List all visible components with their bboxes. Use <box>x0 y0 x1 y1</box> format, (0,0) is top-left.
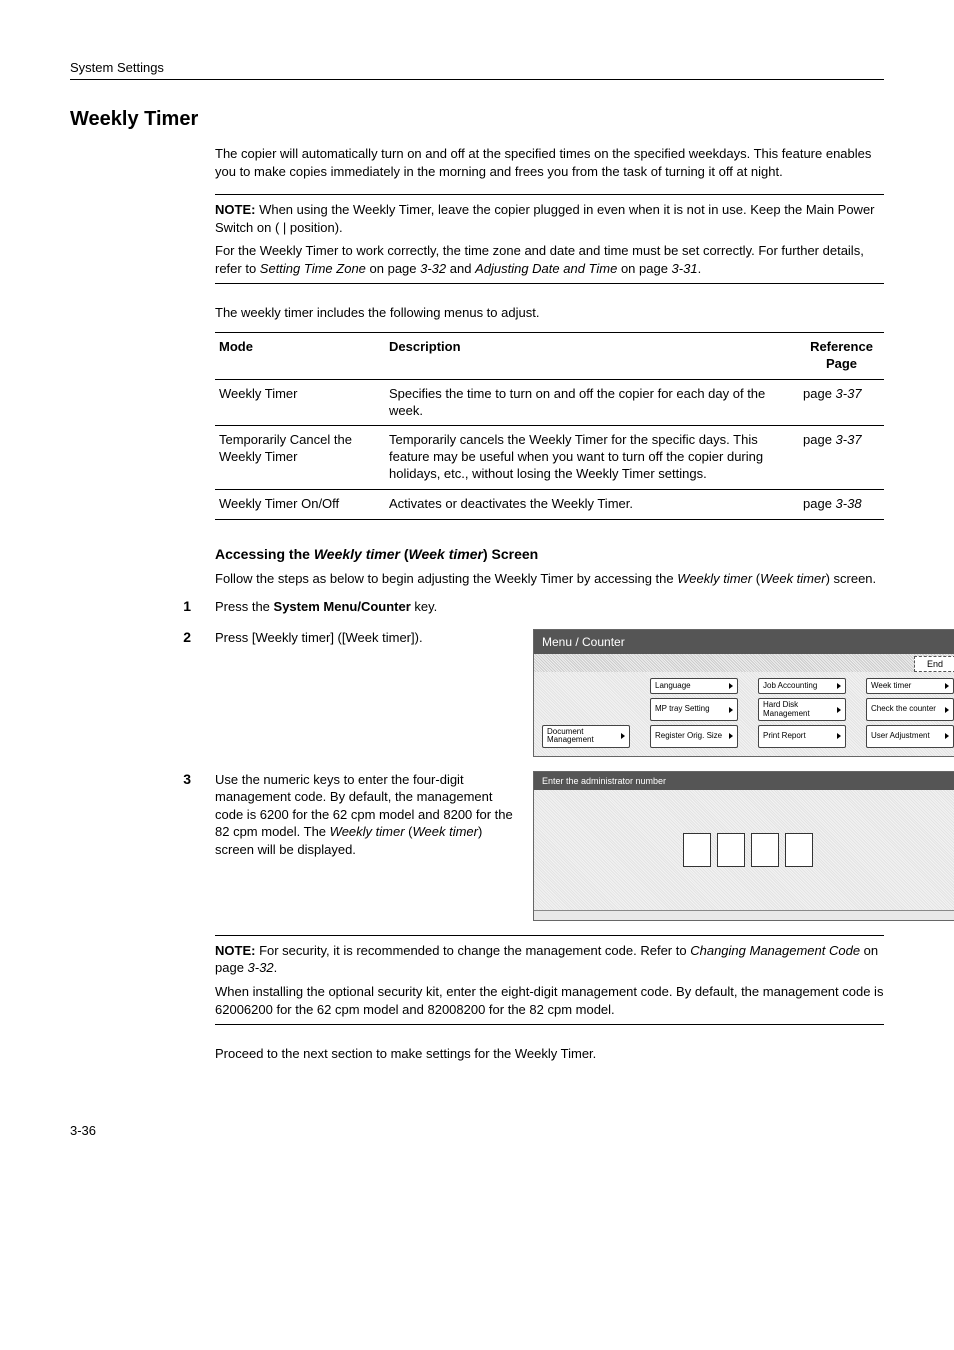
chevron-right-icon <box>837 683 841 689</box>
step-text: Press [Weekly timer] ([Week timer]). <box>215 629 515 647</box>
note1-ref1: Setting Time Zone <box>260 261 366 276</box>
cell-mode: Weekly Timer <box>215 379 385 426</box>
admin-number-screen: Enter the administrator number <box>533 771 954 921</box>
print-report-button[interactable]: Print Report <box>758 725 846 748</box>
step-number: 3 <box>70 771 215 787</box>
step-2: 2Press [Weekly timer] ([Week timer]).Men… <box>70 629 884 757</box>
note1-p2: For the Weekly Timer to work correctly, … <box>215 242 884 277</box>
step-3: 3Use the numeric keys to enter the four-… <box>70 771 884 921</box>
note1-p2c: and <box>446 261 475 276</box>
cell-desc: Temporarily cancels the Weekly Timer for… <box>385 426 799 490</box>
language-button[interactable]: Language <box>650 678 738 694</box>
document-management-button[interactable]: Document Management <box>542 725 630 748</box>
chevron-right-icon <box>945 707 949 713</box>
step-number: 2 <box>70 629 215 645</box>
note-block-1: NOTE: When using the Weekly Timer, leave… <box>215 194 884 284</box>
chevron-right-icon <box>945 733 949 739</box>
step-number: 1 <box>70 598 215 614</box>
cell-desc: Activates or deactivates the Weekly Time… <box>385 490 799 520</box>
screen-title: Enter the administrator number <box>534 772 954 790</box>
chevron-right-icon <box>837 733 841 739</box>
chevron-right-icon <box>729 683 733 689</box>
code-digit-box[interactable] <box>785 833 813 867</box>
cell-ref: page 3-37 <box>799 379 884 426</box>
cell-ref: page 3-38 <box>799 490 884 520</box>
mp-tray-setting-button[interactable]: MP tray Setting <box>650 698 738 721</box>
closing-paragraph: Proceed to the next section to make sett… <box>215 1045 884 1063</box>
th-ref: Reference Page <box>799 332 884 379</box>
note1-p2d: on page <box>617 261 671 276</box>
table-row: Weekly Timer Specifies the time to turn … <box>215 379 884 426</box>
subhead-para: Follow the steps as below to begin adjus… <box>215 570 884 588</box>
code-digit-box[interactable] <box>683 833 711 867</box>
cell-mode: Weekly Timer On/Off <box>215 490 385 520</box>
menu-counter-screen: Menu / Counter End Language Job Accounting W… <box>533 629 954 757</box>
note-block-2: NOTE: For security, it is recommended to… <box>215 935 884 1025</box>
chevron-right-icon <box>621 733 625 739</box>
subheading: Accessing the Weekly timer (Week timer) … <box>215 546 884 562</box>
chevron-right-icon <box>729 733 733 739</box>
chevron-right-icon <box>945 683 949 689</box>
modes-table: Mode Description Reference Page Weekly T… <box>215 332 884 520</box>
code-digit-box[interactable] <box>717 833 745 867</box>
th-ref1: Reference <box>810 339 873 354</box>
head-rule <box>70 79 884 80</box>
step-body: Press the System Menu/Counter key. <box>215 598 884 616</box>
check-counter-button[interactable]: Check the counter <box>866 698 954 721</box>
step-1: 1Press the System Menu/Counter key. <box>70 598 884 616</box>
note1-ref2: Adjusting Date and Time <box>475 261 617 276</box>
step-text: Use the numeric keys to enter the four-d… <box>215 771 515 859</box>
end-button[interactable]: End <box>914 656 954 672</box>
job-accounting-button[interactable]: Job Accounting <box>758 678 846 694</box>
screen-title: Menu / Counter <box>534 630 954 654</box>
register-orig-size-button[interactable]: Register Orig. Size <box>650 725 738 748</box>
th-mode: Mode <box>215 332 385 379</box>
th-ref2: Page <box>826 356 857 371</box>
code-digit-box[interactable] <box>751 833 779 867</box>
note-label: NOTE: <box>215 202 255 217</box>
th-desc: Description <box>385 332 799 379</box>
user-adjustment-button[interactable]: User Adjustment <box>866 725 954 748</box>
chevron-right-icon <box>837 707 841 713</box>
cell-ref: page 3-37 <box>799 426 884 490</box>
week-timer-button[interactable]: Week timer <box>866 678 954 694</box>
cell-desc: Specifies the time to turn on and off th… <box>385 379 799 426</box>
page-number: 3-36 <box>70 1123 884 1138</box>
section-title: Weekly Timer <box>70 108 884 131</box>
chevron-right-icon <box>729 707 733 713</box>
note1-p2b: on page <box>366 261 420 276</box>
note1-pg2: 3-31 <box>672 261 698 276</box>
table-row: Weekly Timer On/Off Activates or deactiv… <box>215 490 884 520</box>
note1-p2e: . <box>698 261 702 276</box>
running-head: System Settings <box>70 60 884 75</box>
note1-p1: When using the Weekly Timer, leave the c… <box>215 202 875 235</box>
table-intro: The weekly timer includes the following … <box>215 304 884 322</box>
cell-mode: Temporarily Cancel the Weekly Timer <box>215 426 385 490</box>
note1-pg1: 3-32 <box>420 261 446 276</box>
hard-disk-management-button[interactable]: Hard Disk Management <box>758 698 846 721</box>
intro-paragraph: The copier will automatically turn on an… <box>215 145 884 180</box>
table-row: Temporarily Cancel the Weekly Timer Temp… <box>215 426 884 490</box>
